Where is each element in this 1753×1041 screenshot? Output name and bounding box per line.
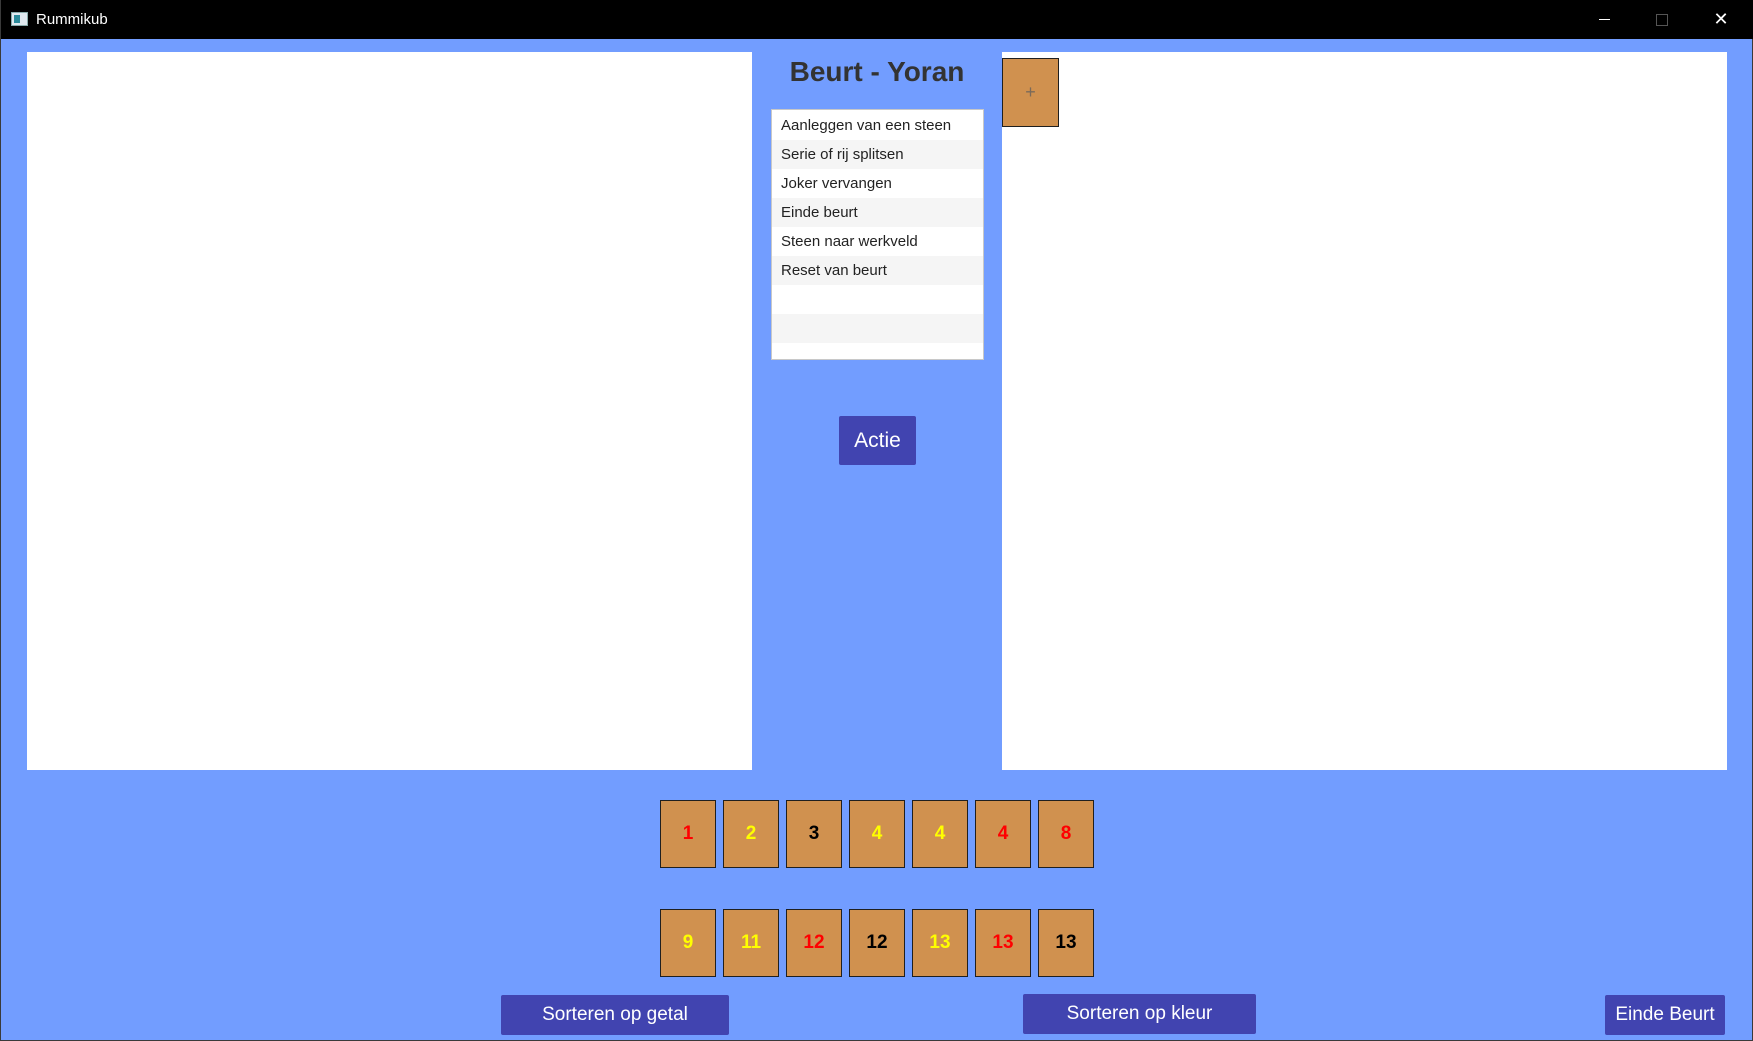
app-window: Rummikub ✕ Beurt - Yoran Aanleggen van e… [0, 0, 1753, 1041]
app-icon [11, 12, 28, 26]
action-item-aanleggen[interactable]: Aanleggen van een steen [772, 111, 983, 140]
workfield-panel[interactable] [1002, 52, 1727, 770]
close-icon: ✕ [1713, 8, 1729, 30]
maximize-icon [1656, 13, 1668, 26]
rack-tile[interactable]: 11 [723, 909, 779, 977]
rack-tile[interactable]: 4 [912, 800, 968, 868]
action-list[interactable]: Aanleggen van een steen Serie of rij spl… [771, 109, 984, 360]
rack-tile[interactable]: 8 [1038, 800, 1094, 868]
action-item-joker[interactable]: Joker vervangen [772, 169, 983, 198]
rack-tile[interactable]: 12 [786, 909, 842, 977]
close-button[interactable]: ✕ [1692, 0, 1750, 39]
action-item-reset[interactable]: Reset van beurt [772, 256, 983, 285]
rack-tile[interactable]: 13 [975, 909, 1031, 977]
action-item-werkveld[interactable]: Steen naar werkveld [772, 227, 983, 256]
rack-tile[interactable]: 1 [660, 800, 716, 868]
window-title: Rummikub [36, 11, 108, 28]
action-item-einde[interactable]: Einde beurt [772, 198, 983, 227]
sort-by-number-button[interactable]: Sorteren op getal [501, 995, 729, 1035]
rack-tile[interactable]: 13 [1038, 909, 1094, 977]
rack-tile[interactable]: 12 [849, 909, 905, 977]
rack-tile[interactable]: 4 [849, 800, 905, 868]
sort-by-color-button[interactable]: Sorteren op kleur [1023, 994, 1256, 1034]
board-panel[interactable] [27, 52, 752, 770]
rack-tile[interactable]: 9 [660, 909, 716, 977]
rack-tile[interactable]: 4 [975, 800, 1031, 868]
turn-title: Beurt - Yoran [789, 56, 965, 87]
end-turn-button[interactable]: Einde Beurt [1605, 995, 1725, 1035]
rack-tile[interactable]: 2 [723, 800, 779, 868]
actie-button[interactable]: Actie [839, 416, 916, 465]
action-item-empty [772, 285, 983, 314]
rack-tile[interactable]: 13 [912, 909, 968, 977]
title-bar: Rummikub ✕ [1, 0, 1753, 39]
rack-tile[interactable]: 3 [786, 800, 842, 868]
minimize-icon [1598, 19, 1610, 20]
action-item-splitsen[interactable]: Serie of rij splitsen [772, 140, 983, 169]
add-tile-button[interactable]: + [1002, 58, 1059, 127]
maximize-button[interactable] [1633, 0, 1691, 39]
action-item-empty [772, 314, 983, 343]
minimize-button[interactable] [1575, 0, 1633, 39]
